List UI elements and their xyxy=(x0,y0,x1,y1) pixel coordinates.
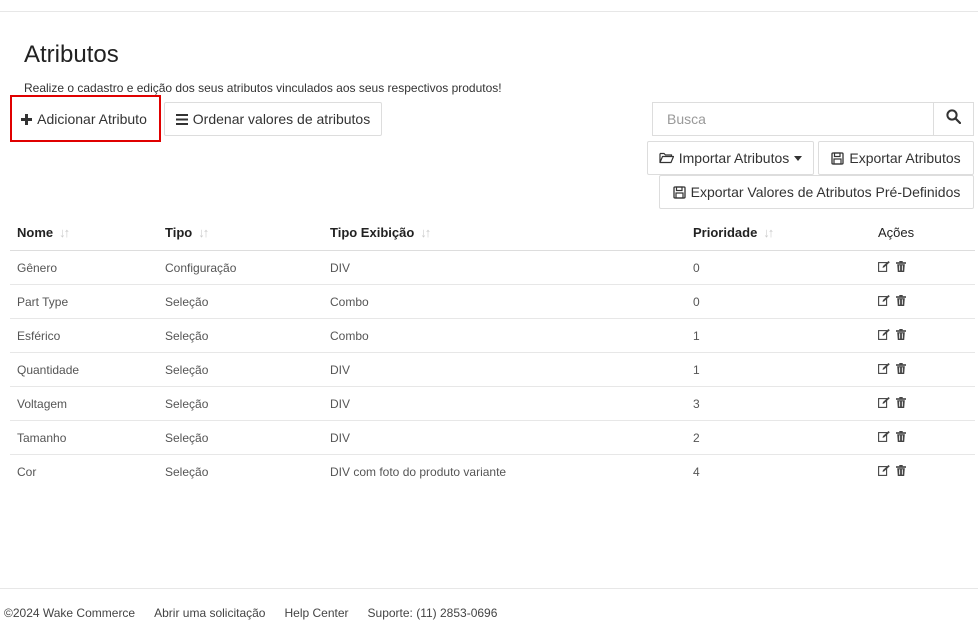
edit-icon[interactable] xyxy=(878,328,890,343)
attribute-name: Cor xyxy=(17,464,37,479)
sort-icon: ↓↑ xyxy=(198,224,209,240)
edit-icon[interactable] xyxy=(878,362,890,377)
footer-link-help-center[interactable]: Help Center xyxy=(284,606,348,620)
attribute-name: Gênero xyxy=(10,250,158,285)
column-header-type[interactable]: Tipo ↓↑ xyxy=(158,214,323,251)
attribute-priority: 1 xyxy=(686,352,871,387)
attribute-priority: 4 xyxy=(693,464,700,479)
order-values-button[interactable]: Ordenar valores de atributos xyxy=(164,102,382,136)
attribute-name: Part Type xyxy=(10,284,158,319)
row-actions xyxy=(871,420,975,455)
table-row: Part Type Seleção Combo 0 xyxy=(10,284,975,319)
row-actions xyxy=(871,386,975,421)
attribute-priority: 2 xyxy=(686,420,871,455)
edit-icon[interactable] xyxy=(878,464,890,479)
attribute-type: Seleção xyxy=(158,284,323,319)
footer-support-phone: Suporte: (11) 2853-0696 xyxy=(367,606,498,620)
search-input[interactable] xyxy=(653,103,933,135)
attribute-display-type: DIV xyxy=(323,386,686,421)
row-actions xyxy=(871,455,975,489)
table-body: Gênero Configuração DIV 0 Part Type Seleção Co… xyxy=(10,250,975,489)
attribute-type: Seleção xyxy=(158,352,323,387)
trash-icon[interactable] xyxy=(896,430,906,445)
column-header-priority[interactable]: Prioridade ↓↑ xyxy=(686,214,871,251)
table-row: Voltagem Seleção DIV 3 xyxy=(10,386,975,421)
import-attributes-label: Importar Atributos xyxy=(678,150,790,166)
row-actions xyxy=(871,250,975,285)
trash-icon[interactable] xyxy=(896,260,906,275)
attribute-display-type: Combo xyxy=(323,284,686,319)
trash-icon[interactable] xyxy=(896,362,906,377)
export-predefined-values-button[interactable]: Exportar Valores de Atributos Pré-Defini… xyxy=(659,175,974,209)
edit-icon[interactable] xyxy=(878,396,890,411)
row-actions xyxy=(871,352,975,387)
attribute-display-type: DIV com foto do produto variante xyxy=(330,464,507,479)
export-predefined-values-label: Exportar Valores de Atributos Pré-Defini… xyxy=(690,184,961,200)
order-values-label: Ordenar valores de atributos xyxy=(192,111,371,127)
trash-icon[interactable] xyxy=(896,328,906,343)
attribute-type: Seleção xyxy=(165,464,209,479)
column-header-actions: Ações xyxy=(871,214,975,251)
trash-icon[interactable] xyxy=(896,396,906,411)
footer-link-support-request[interactable]: Abrir uma solicitação xyxy=(154,606,265,620)
attribute-type: Seleção xyxy=(158,420,323,455)
import-attributes-dropdown[interactable]: Importar Atributos xyxy=(647,141,814,175)
top-divider xyxy=(0,11,978,12)
sort-icon: ↓↑ xyxy=(59,224,70,240)
attribute-display-type: DIV xyxy=(323,420,686,455)
attribute-priority: 0 xyxy=(686,284,871,319)
highlight-box xyxy=(10,95,161,142)
table-row: Cor Seleção DIV com foto do produto varian… xyxy=(10,455,975,489)
page-title: Atributos xyxy=(24,41,119,68)
column-header-name[interactable]: Nome ↓↑ xyxy=(10,214,158,251)
attribute-type: Configuração xyxy=(158,250,323,285)
edit-icon[interactable] xyxy=(878,430,890,445)
table-header-row: Nome ↓↑ Tipo ↓↑ Tipo Exibição ↓↑ Prioridade… xyxy=(10,214,975,251)
attribute-priority: 1 xyxy=(686,318,871,353)
attribute-name: Voltagem xyxy=(10,386,158,421)
attribute-name: Quantidade xyxy=(10,352,158,387)
export-attributes-button[interactable]: Exportar Atributos xyxy=(818,141,974,175)
save-icon xyxy=(672,185,686,199)
search-icon xyxy=(946,109,962,129)
table-row: Gênero Configuração DIV 0 xyxy=(10,250,975,285)
page-subtitle: Realize o cadastro e edição dos seus atr… xyxy=(24,81,502,95)
attribute-display-type: Combo xyxy=(323,318,686,353)
edit-icon[interactable] xyxy=(878,260,890,275)
folder-open-icon xyxy=(659,152,674,164)
attribute-name: Esférico xyxy=(10,318,158,353)
attribute-priority: 0 xyxy=(686,250,871,285)
table-row: Esférico Seleção Combo 1 xyxy=(10,318,975,353)
row-actions xyxy=(871,318,975,353)
footer: ©2024 Wake Commerce Abrir uma solicitaçã… xyxy=(4,606,497,620)
column-header-display-type[interactable]: Tipo Exibição ↓↑ xyxy=(323,214,686,251)
sort-icon: ↓↑ xyxy=(420,224,431,240)
trash-icon[interactable] xyxy=(896,294,906,309)
caret-down-icon xyxy=(794,155,803,161)
footer-copyright: ©2024 Wake Commerce xyxy=(4,606,136,620)
search-button[interactable] xyxy=(933,103,973,135)
search-box xyxy=(652,102,974,136)
attribute-priority: 3 xyxy=(686,386,871,421)
attribute-display-type: DIV xyxy=(323,352,686,387)
list-icon xyxy=(175,113,188,125)
save-icon xyxy=(831,151,845,165)
footer-divider xyxy=(0,588,978,589)
edit-icon[interactable] xyxy=(878,294,890,309)
attribute-type: Seleção xyxy=(158,318,323,353)
attribute-type: Seleção xyxy=(158,386,323,421)
trash-icon[interactable] xyxy=(896,464,906,479)
sort-icon: ↓↑ xyxy=(763,224,774,240)
attributes-table: Nome ↓↑ Tipo ↓↑ Tipo Exibição ↓↑ Prioridade… xyxy=(10,214,975,488)
export-attributes-label: Exportar Atributos xyxy=(849,150,961,166)
attribute-display-type: DIV xyxy=(323,250,686,285)
table-row: Quantidade Seleção DIV 1 xyxy=(10,352,975,387)
table-row: Tamanho Seleção DIV 2 xyxy=(10,420,975,455)
row-actions xyxy=(871,284,975,319)
attribute-name: Tamanho xyxy=(10,420,158,455)
